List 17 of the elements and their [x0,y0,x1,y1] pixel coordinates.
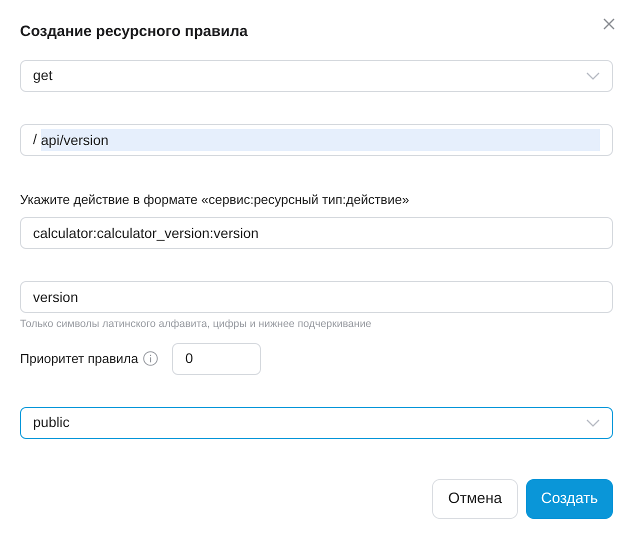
name-field[interactable]: version [20,281,613,313]
action-field[interactable]: calculator:calculator_version:version [20,217,613,249]
select-field[interactable]: get [20,60,613,92]
chevron-down-icon [586,72,600,80]
cancel-button[interactable]: Отмена [432,478,518,519]
name-hint: Только символы латинского алфавита, цифры и нижнее подчеркивание [20,317,372,332]
path-value: api/version [40,128,600,150]
priority-field[interactable]: 0 [172,342,262,375]
path-field[interactable]: / api/version [20,124,613,156]
chevron-down-icon [586,418,600,427]
dialog-title: Создание ресурсного правила [20,22,248,42]
close-icon[interactable] [603,18,615,30]
info-icon[interactable] [143,351,158,366]
select-field[interactable]: public [20,406,613,439]
action-label: Укажите действие в формате «сервис:ресурсный тип:действие» [20,190,410,209]
priority-label: Приоритет правила [20,350,138,368]
path-prefix: / [33,130,37,149]
